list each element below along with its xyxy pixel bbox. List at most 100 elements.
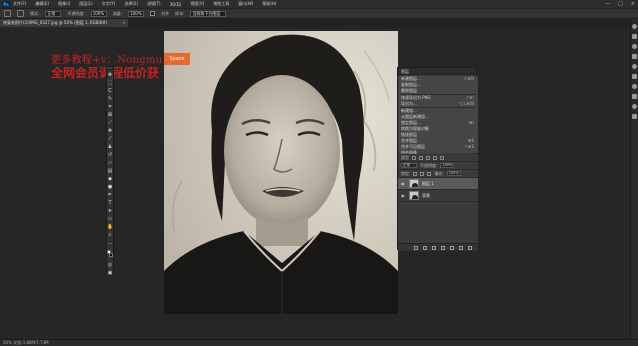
menu-item-label: 锁定图层... [401,120,421,125]
menu-item-label: 新建组... [401,108,417,113]
menu-layer[interactable]: 图层(L) [79,1,92,7]
dodge-tool-icon[interactable]: ● [107,184,113,190]
marquee-tool-icon[interactable]: ⬚ [107,80,113,86]
tools-panel: ✥ ⬚ ᑕ ✎ ⌗ ⊠ ⟋ ✚ ⁄ ♟ ↺ ▱ ▤ ◆ ● ✒ T ➤ ▭ ✋ … [106,66,114,276]
opacity-field[interactable]: 100% [90,10,107,17]
type-tool-icon[interactable]: T [107,200,113,206]
eyedropper-tool-icon[interactable]: ⟋ [107,120,113,126]
portrait-photo[interactable] [164,31,398,314]
menu-filter[interactable]: 滤镜(T) [147,1,161,7]
visibility-eye-icon[interactable]: ◉ [401,181,406,186]
hand-tool-icon[interactable]: ✋ [107,224,113,230]
layer-name[interactable]: 背景 [422,193,430,199]
lock-pixels-icon[interactable] [413,171,418,176]
menu-help[interactable]: 帮助(H) [262,1,276,7]
new-layer-icon[interactable] [459,245,463,250]
menu-type[interactable]: 文字(Y) [102,1,116,7]
flow-field[interactable]: 100% [128,10,145,17]
menu-view[interactable]: 视图(V) [190,1,204,7]
menu-item-export-as[interactable]: 导出为... ⌥⇧⌘W [398,101,478,107]
channels-panel-icon[interactable] [632,74,637,79]
brush-tool-icon[interactable]: ⁄ [107,136,113,142]
properties-panel-icon[interactable] [632,64,637,69]
menu-3d[interactable]: 3D(D) [170,2,182,7]
close-window-button[interactable]: × [631,1,635,7]
layer-row-background[interactable]: ◉ 背景 [398,190,478,202]
layer-thumbnail [409,191,419,200]
menu-image[interactable]: 图像(I) [58,1,70,7]
menu-select[interactable]: 选择(S) [124,1,138,7]
maximize-button[interactable]: □ [618,1,623,7]
aligned-label: 对齐 [161,10,170,16]
menu-item-delete-layer[interactable]: 删除图层 [398,88,478,94]
adjustments-panel-icon[interactable] [632,44,637,49]
paths-panel-icon[interactable] [632,84,637,89]
filter-adjustment-icon[interactable] [419,155,423,160]
quick-select-tool-icon[interactable]: ✎ [107,96,113,102]
menu-item-label: 快速导出为 PNG [401,95,431,100]
lock-position-icon[interactable] [420,171,425,176]
kind-filter-label[interactable]: 类型 [401,155,409,161]
add-style-icon[interactable] [423,245,427,250]
fill-field[interactable]: 100% [446,171,461,176]
path-select-tool-icon[interactable]: ➤ [107,208,113,214]
lock-all-icon[interactable] [427,171,432,176]
crop-tool-icon[interactable]: ⌗ [107,104,113,110]
close-tab-icon[interactable]: × [123,19,126,27]
history-panel-icon[interactable] [632,94,637,99]
new-group-icon[interactable] [450,245,454,250]
menu-item-label: 从图层新建组... [401,114,429,119]
layer-row-layer-1[interactable]: ◉ 图层 1 [398,178,478,190]
brush-settings-icon[interactable] [17,10,24,17]
layer-opacity-field[interactable]: 100% [440,163,455,168]
frame-tool-icon[interactable]: ⊠ [107,112,113,118]
more-tools-icon[interactable]: … [107,240,113,246]
menu-edit[interactable]: 编辑(E) [35,1,49,7]
move-tool-icon[interactable]: ✥ [107,72,113,78]
sample-select[interactable]: 当前和下方图层 [190,10,227,17]
adjustment-layer-icon[interactable] [441,245,445,250]
mode-select[interactable]: 正常 [45,10,62,17]
layers-panel-title[interactable]: 图层 [398,68,476,75]
pen-tool-icon[interactable]: ✒ [107,192,113,198]
color-swatches[interactable] [107,250,113,260]
lasso-tool-icon[interactable]: ᑕ [107,88,113,94]
tool-preset-icon[interactable] [4,10,11,17]
filter-type-icon[interactable] [426,155,430,160]
document-tab[interactable]: 修复老照片(2)/IMG_0327.jpg @ 50% (图层 1, RGB/8… [0,19,128,27]
menu-file[interactable]: 文件(F) [13,1,26,7]
visibility-eye-icon[interactable]: ◉ [401,193,406,198]
minimize-button[interactable]: — [605,1,610,7]
gradient-tool-icon[interactable]: ▤ [107,168,113,174]
filter-smart-object-icon[interactable] [440,155,444,160]
swatches-panel-icon[interactable] [632,34,637,39]
opacity-label: 不透明度: [67,10,85,16]
flow-label: 流量: [112,10,123,16]
eraser-tool-icon[interactable]: ▱ [107,160,113,166]
blend-mode-select[interactable]: 正常 [401,163,417,168]
history-brush-tool-icon[interactable]: ↺ [107,152,113,158]
photoshop-logo[interactable]: Ps [2,0,10,8]
layer-name[interactable]: 图层 1 [422,181,434,187]
background-color-swatch[interactable] [109,253,113,257]
screen-mode-icon[interactable]: ▣ [107,270,113,276]
color-panel-icon[interactable] [632,24,637,29]
menu-window[interactable]: 窗口(W) [238,1,253,7]
menu-plugins[interactable]: 增效工具 [213,1,229,7]
filter-pixel-icon[interactable] [412,155,416,160]
trash-icon[interactable] [468,245,472,250]
libraries-panel-icon[interactable] [632,54,637,59]
blur-tool-icon[interactable]: ◆ [107,176,113,182]
add-mask-icon[interactable] [432,245,436,250]
shape-tool-icon[interactable]: ▭ [107,216,113,222]
link-layers-icon[interactable] [414,245,418,250]
toolbox-grip[interactable] [107,67,113,70]
healing-tool-icon[interactable]: ✚ [107,128,113,134]
filter-shape-icon[interactable] [433,155,437,160]
character-panel-icon[interactable] [632,114,637,119]
brushes-panel-icon[interactable] [632,104,637,109]
quick-mask-icon[interactable]: ◎ [107,262,113,268]
zoom-tool-icon[interactable]: ⌕ [107,232,113,238]
stamp-tool-icon[interactable]: ♟ [107,144,113,150]
aligned-checkbox[interactable] [150,11,156,16]
